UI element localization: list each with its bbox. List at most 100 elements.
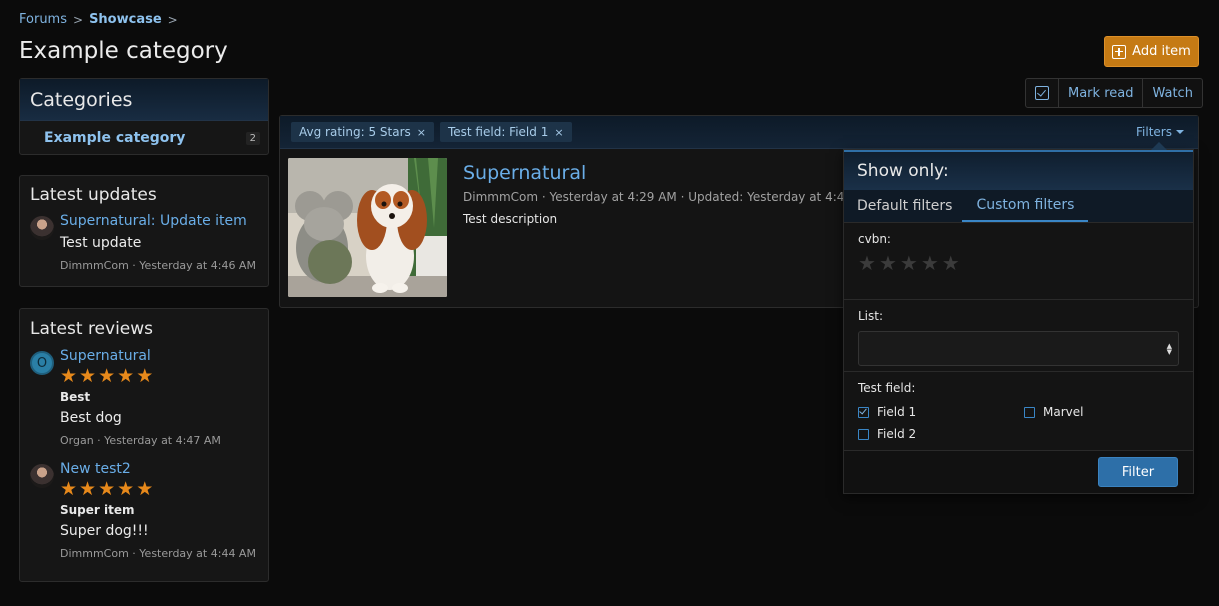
item-title-link[interactable]: Supernatural bbox=[463, 162, 897, 184]
option-field-1[interactable]: Field 1 bbox=[858, 405, 1024, 419]
item-description: Test description bbox=[463, 212, 558, 226]
breadcrumb-showcase[interactable]: Showcase bbox=[89, 12, 162, 27]
select-items-button[interactable] bbox=[1026, 79, 1059, 107]
star-icon: ★ bbox=[60, 365, 78, 387]
star-icon: ★ bbox=[79, 478, 97, 500]
checkbox-icon bbox=[1035, 86, 1049, 100]
update-title-link[interactable]: Supernatural: Update item bbox=[60, 213, 268, 229]
list-item: Supernatural DimmmCom · Yesterday at 4:2… bbox=[288, 158, 897, 297]
breadcrumb-separator: > bbox=[73, 12, 84, 27]
item-info: Supernatural DimmmCom · Yesterday at 4:2… bbox=[463, 158, 897, 297]
star-icon[interactable]: ★ bbox=[921, 253, 939, 273]
checkbox[interactable] bbox=[1024, 406, 1035, 418]
list-select[interactable]: ▲ ▼ bbox=[858, 331, 1179, 366]
star-icon: ★ bbox=[60, 478, 78, 500]
filter-menu-footer: Filter bbox=[844, 450, 1193, 493]
option-field-2[interactable]: Field 2 bbox=[858, 427, 1024, 441]
latest-reviews-title: Latest reviews bbox=[30, 318, 154, 339]
category-item[interactable]: Example category 2 bbox=[20, 121, 268, 155]
option-marvel[interactable]: Marvel bbox=[1024, 405, 1179, 419]
filters-toggle[interactable]: Filters bbox=[1136, 125, 1184, 139]
cvbn-label: cvbn: bbox=[858, 232, 891, 246]
list-filter: List: ▲ ▼ bbox=[844, 300, 1193, 372]
review-label: Best bbox=[60, 390, 91, 404]
tab-custom-filters[interactable]: Custom filters bbox=[962, 190, 1089, 222]
filter-chip-label: Avg rating: 5 Stars bbox=[299, 125, 411, 139]
filter-menu-title: Show only: bbox=[844, 150, 1193, 190]
option-label: Field 2 bbox=[877, 427, 917, 441]
dog-photo-image bbox=[288, 158, 447, 297]
filter-menu: Show only: Default filters Custom filter… bbox=[843, 142, 1194, 494]
cvbn-filter: cvbn: ★ ★ ★ ★ ★ bbox=[844, 223, 1193, 300]
star-icon: ★ bbox=[136, 365, 154, 387]
filter-bar: Avg rating: 5 Stars × Test field: Field … bbox=[280, 116, 1198, 149]
watch-button[interactable]: Watch bbox=[1143, 79, 1201, 107]
star-icon: ★ bbox=[98, 365, 116, 387]
star-icon: ★ bbox=[98, 478, 116, 500]
categories-block: Categories Example category 2 bbox=[19, 78, 269, 155]
star-icon: ★ bbox=[117, 365, 135, 387]
update-text: Test update bbox=[60, 235, 142, 251]
chevron-down-icon bbox=[1176, 130, 1184, 134]
test-field-label: Test field: bbox=[858, 381, 916, 395]
avatar[interactable] bbox=[30, 216, 54, 240]
review-title-link[interactable]: New test2 bbox=[60, 461, 268, 477]
close-icon[interactable]: × bbox=[417, 126, 426, 139]
test-field-filter: Test field: Field 1 Marvel Field 2 bbox=[844, 372, 1193, 450]
star-icon[interactable]: ★ bbox=[942, 253, 960, 273]
select-arrows-icon: ▲ ▼ bbox=[1166, 342, 1172, 356]
star-icon: ★ bbox=[117, 478, 135, 500]
filter-chip-rating[interactable]: Avg rating: 5 Stars × bbox=[291, 122, 434, 142]
filter-submit-button[interactable]: Filter bbox=[1098, 457, 1178, 487]
filters-toggle-label: Filters bbox=[1136, 125, 1172, 139]
review-rating: ★ ★ ★ ★ ★ bbox=[60, 367, 268, 386]
review-text: Best dog bbox=[60, 410, 122, 426]
checkbox[interactable] bbox=[858, 428, 869, 440]
review-meta: Organ · Yesterday at 4:47 AM bbox=[60, 434, 221, 447]
review-label: Super item bbox=[60, 503, 135, 517]
item-meta: DimmmCom · Yesterday at 4:29 AM · Update… bbox=[463, 190, 897, 204]
category-name: Example category bbox=[44, 130, 186, 146]
filter-chip-test-field[interactable]: Test field: Field 1 × bbox=[439, 122, 572, 142]
list-label: List: bbox=[858, 309, 884, 323]
item-meta-text: DimmmCom · Yesterday at 4:29 AM · Update… bbox=[463, 190, 883, 204]
add-item-button[interactable]: Add item bbox=[1104, 36, 1199, 67]
mark-read-button[interactable]: Mark read bbox=[1059, 79, 1144, 107]
breadcrumb: Forums > Showcase > bbox=[19, 12, 178, 27]
plus-square-icon bbox=[1112, 44, 1127, 59]
test-field-options: Field 1 Marvel Field 2 bbox=[858, 405, 1179, 441]
review-item: O Supernatural ★ ★ ★ ★ ★ Best Best dog Organ… bbox=[20, 348, 268, 447]
review-rating: ★ ★ ★ ★ ★ bbox=[60, 480, 268, 499]
filter-chip-label: Test field: Field 1 bbox=[447, 125, 549, 139]
item-thumbnail[interactable] bbox=[288, 158, 447, 297]
close-icon[interactable]: × bbox=[554, 126, 563, 139]
latest-updates-title: Latest updates bbox=[30, 184, 157, 205]
star-icon[interactable]: ★ bbox=[879, 253, 897, 273]
review-title-link[interactable]: Supernatural bbox=[60, 348, 268, 364]
avatar[interactable]: O bbox=[30, 351, 54, 375]
latest-updates-block: Latest updates Supernatural: Update item… bbox=[19, 175, 269, 287]
star-icon: ★ bbox=[79, 365, 97, 387]
review-text: Super dog!!! bbox=[60, 523, 149, 539]
star-icon[interactable]: ★ bbox=[858, 253, 876, 273]
update-meta: DimmmCom · Yesterday at 4:46 AM bbox=[60, 259, 256, 272]
option-label: Marvel bbox=[1043, 405, 1084, 419]
review-meta: DimmmCom · Yesterday at 4:44 AM bbox=[60, 547, 256, 560]
breadcrumb-separator: > bbox=[167, 12, 178, 27]
rating-selector: ★ ★ ★ ★ ★ bbox=[858, 253, 1179, 273]
star-icon[interactable]: ★ bbox=[900, 253, 918, 273]
page-title: Example category bbox=[19, 38, 228, 64]
latest-reviews-block: Latest reviews O Supernatural ★ ★ ★ ★ ★ Best… bbox=[19, 308, 269, 582]
avatar[interactable] bbox=[30, 464, 54, 488]
filter-tabs: Default filters Custom filters bbox=[844, 190, 1193, 223]
option-label: Field 1 bbox=[877, 405, 917, 419]
review-item: New test2 ★ ★ ★ ★ ★ Super item Super dog!!! … bbox=[20, 461, 268, 560]
add-item-label: Add item bbox=[1132, 44, 1191, 59]
breadcrumb-forums[interactable]: Forums bbox=[19, 12, 67, 27]
checkbox-checked[interactable] bbox=[858, 406, 869, 418]
category-actions: Mark read Watch bbox=[1025, 78, 1203, 108]
tab-default-filters[interactable]: Default filters bbox=[857, 190, 952, 222]
categories-title: Categories bbox=[20, 79, 268, 121]
update-item: Supernatural: Update item Test update Di… bbox=[20, 213, 268, 272]
category-count-badge: 2 bbox=[245, 131, 260, 145]
